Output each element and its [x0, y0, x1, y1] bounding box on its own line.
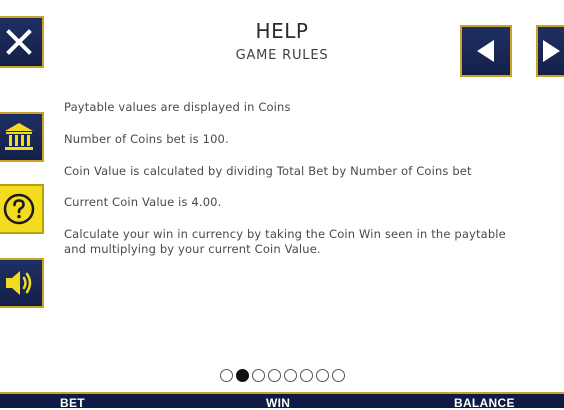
- sound-button[interactable]: [0, 258, 44, 308]
- bottom-status-bar: BET WIN BALANCE: [0, 392, 564, 410]
- rule-text: Paytable values are displayed in Coins: [64, 100, 291, 114]
- question-icon: [3, 193, 35, 225]
- page-dot[interactable]: [299, 369, 313, 382]
- rule-text: Calculate your win in currency by taking…: [64, 227, 506, 256]
- page-dot[interactable]: [235, 369, 249, 382]
- paytable-button[interactable]: [0, 112, 44, 162]
- page-dot[interactable]: [315, 369, 329, 382]
- rule-text: Number of Coins bet is 100.: [64, 132, 229, 146]
- rule-text: Coin Value is calculated by dividing Tot…: [64, 164, 472, 178]
- page-indicator: [0, 369, 564, 382]
- help-button[interactable]: [0, 184, 44, 234]
- previous-page-button[interactable]: [460, 25, 512, 77]
- bank-icon: [5, 123, 33, 150]
- page-dot[interactable]: [251, 369, 265, 382]
- page-dot[interactable]: [283, 369, 297, 382]
- page-dot[interactable]: [219, 369, 233, 382]
- next-page-button[interactable]: [536, 25, 564, 77]
- page-dot[interactable]: [331, 369, 345, 382]
- page-dot[interactable]: [267, 369, 281, 382]
- triangle-right-icon: [543, 40, 560, 62]
- triangle-left-icon: [477, 40, 494, 62]
- rule-text: Current Coin Value is 4.00.: [64, 195, 222, 209]
- speaker-icon: [6, 271, 32, 295]
